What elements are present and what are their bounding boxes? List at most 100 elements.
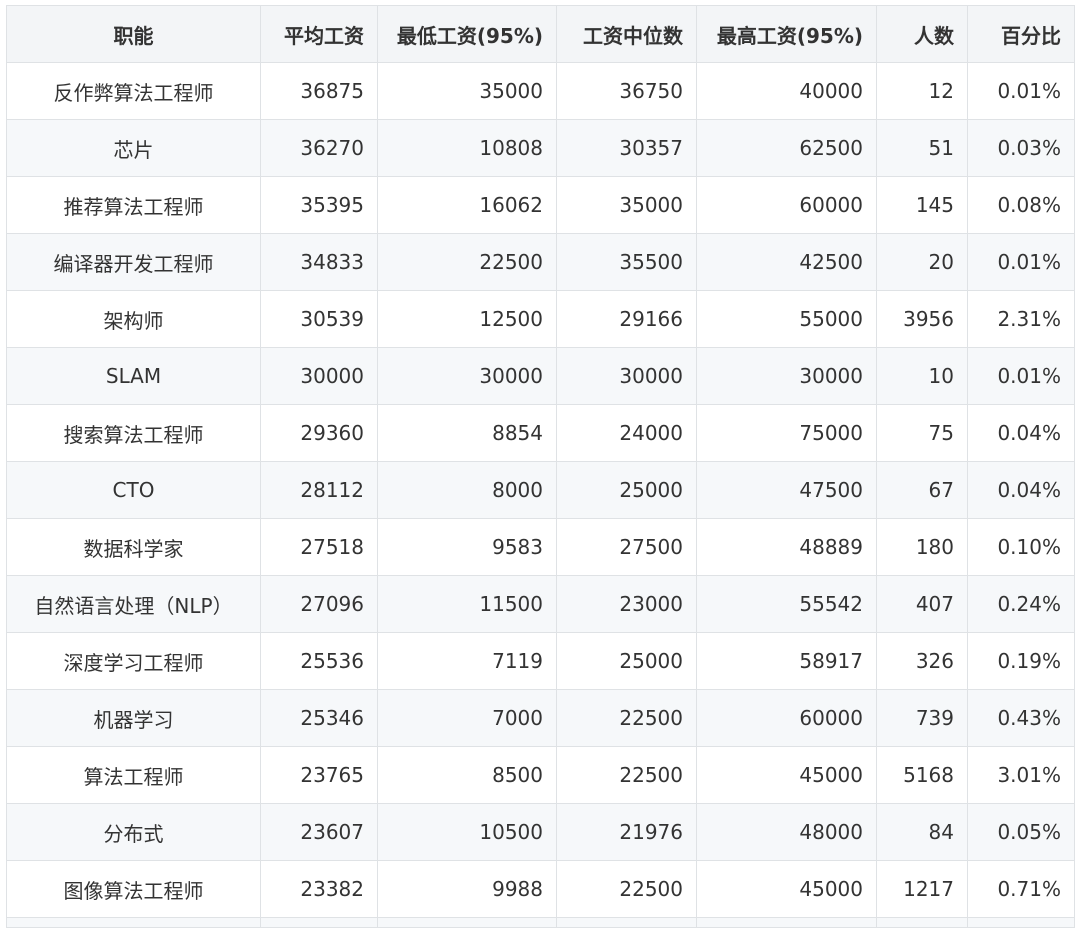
cell-empty: [260, 917, 378, 928]
cell-avg-salary: 36875: [260, 62, 378, 120]
cell-role: 机器学习: [6, 689, 261, 747]
header-median-salary: 工资中位数: [556, 5, 697, 63]
cell-avg-salary: 34833: [260, 233, 378, 291]
table-row: 图像算法工程师 23382 9988 22500 45000 1217 0.71%: [6, 860, 1075, 918]
cell-count: 3956: [876, 290, 968, 348]
cell-median-salary: 22500: [556, 746, 697, 804]
cell-role: 分布式: [6, 803, 261, 861]
cell-role: 推荐算法工程师: [6, 176, 261, 234]
cell-avg-salary: 25536: [260, 632, 378, 690]
cell-avg-salary: 36270: [260, 119, 378, 177]
table-body: 反作弊算法工程师 36875 35000 36750 40000 12 0.01% 芯片 362…: [6, 62, 1075, 928]
cell-max-salary: 48889: [696, 518, 877, 576]
table-row: 深度学习工程师 25536 7119 25000 58917 326 0.19%: [6, 632, 1075, 690]
cell-min-salary: 7119: [377, 632, 557, 690]
header-role: 职能: [6, 5, 261, 63]
cell-min-salary: 9988: [377, 860, 557, 918]
cell-max-salary: 55542: [696, 575, 877, 633]
cell-role: 图像算法工程师: [6, 860, 261, 918]
cell-role: 自然语言处理（NLP）: [6, 575, 261, 633]
header-count: 人数: [876, 5, 968, 63]
cell-min-salary: 11500: [377, 575, 557, 633]
cell-min-salary: 8500: [377, 746, 557, 804]
table-row: 分布式 23607 10500 21976 48000 84 0.05%: [6, 803, 1075, 861]
header-min-salary: 最低工资(95%): [377, 5, 557, 63]
cell-percent: 0.08%: [967, 176, 1075, 234]
cell-role: 数据科学家: [6, 518, 261, 576]
cell-avg-salary: 30000: [260, 347, 378, 405]
cell-median-salary: 23000: [556, 575, 697, 633]
cell-role: 搜索算法工程师: [6, 404, 261, 462]
cell-min-salary: 10808: [377, 119, 557, 177]
cell-median-salary: 22500: [556, 860, 697, 918]
cell-avg-salary: 23765: [260, 746, 378, 804]
cell-role: 架构师: [6, 290, 261, 348]
cell-max-salary: 58917: [696, 632, 877, 690]
table-row: 推荐算法工程师 35395 16062 35000 60000 145 0.08%: [6, 176, 1075, 234]
header-row: 职能 平均工资 最低工资(95%) 工资中位数 最高工资(95%) 人数 百分比: [6, 5, 1075, 63]
cell-min-salary: 22500: [377, 233, 557, 291]
cell-role: 深度学习工程师: [6, 632, 261, 690]
cell-avg-salary: 27096: [260, 575, 378, 633]
cell-percent: 0.04%: [967, 461, 1075, 519]
cell-max-salary: 42500: [696, 233, 877, 291]
cell-min-salary: 9583: [377, 518, 557, 576]
cell-percent: 0.71%: [967, 860, 1075, 918]
salary-table-container: 职能 平均工资 最低工资(95%) 工资中位数 最高工资(95%) 人数 百分比…: [6, 5, 1075, 928]
cell-empty: [696, 917, 877, 928]
cell-min-salary: 12500: [377, 290, 557, 348]
cell-count: 10: [876, 347, 968, 405]
cell-avg-salary: 23382: [260, 860, 378, 918]
cell-median-salary: 30000: [556, 347, 697, 405]
cell-min-salary: 16062: [377, 176, 557, 234]
cell-median-salary: 30357: [556, 119, 697, 177]
cell-count: 12: [876, 62, 968, 120]
cell-role: 编译器开发工程师: [6, 233, 261, 291]
cell-max-salary: 40000: [696, 62, 877, 120]
cell-median-salary: 22500: [556, 689, 697, 747]
cell-count: 5168: [876, 746, 968, 804]
cell-min-salary: 10500: [377, 803, 557, 861]
cell-max-salary: 48000: [696, 803, 877, 861]
cell-median-salary: 29166: [556, 290, 697, 348]
table-row-partial: [6, 917, 1075, 928]
cell-empty: [556, 917, 697, 928]
cell-min-salary: 35000: [377, 62, 557, 120]
cell-percent: 0.01%: [967, 347, 1075, 405]
table-row: 搜索算法工程师 29360 8854 24000 75000 75 0.04%: [6, 404, 1075, 462]
cell-percent: 0.01%: [967, 233, 1075, 291]
cell-count: 75: [876, 404, 968, 462]
cell-count: 67: [876, 461, 968, 519]
cell-count: 739: [876, 689, 968, 747]
cell-empty: [967, 917, 1075, 928]
cell-min-salary: 30000: [377, 347, 557, 405]
table-row: 数据科学家 27518 9583 27500 48889 180 0.10%: [6, 518, 1075, 576]
cell-percent: 0.43%: [967, 689, 1075, 747]
cell-avg-salary: 25346: [260, 689, 378, 747]
cell-min-salary: 7000: [377, 689, 557, 747]
cell-avg-salary: 28112: [260, 461, 378, 519]
table-row: 反作弊算法工程师 36875 35000 36750 40000 12 0.01%: [6, 62, 1075, 120]
salary-table: 职能 平均工资 最低工资(95%) 工资中位数 最高工资(95%) 人数 百分比…: [6, 5, 1075, 928]
cell-percent: 0.05%: [967, 803, 1075, 861]
table-row: 编译器开发工程师 34833 22500 35500 42500 20 0.01%: [6, 233, 1075, 291]
cell-count: 20: [876, 233, 968, 291]
cell-median-salary: 25000: [556, 632, 697, 690]
cell-count: 51: [876, 119, 968, 177]
cell-max-salary: 60000: [696, 689, 877, 747]
table-row: 架构师 30539 12500 29166 55000 3956 2.31%: [6, 290, 1075, 348]
header-avg-salary: 平均工资: [260, 5, 378, 63]
cell-avg-salary: 29360: [260, 404, 378, 462]
table-row: SLAM 30000 30000 30000 30000 10 0.01%: [6, 347, 1075, 405]
cell-empty: [876, 917, 968, 928]
cell-median-salary: 35500: [556, 233, 697, 291]
cell-min-salary: 8000: [377, 461, 557, 519]
cell-avg-salary: 35395: [260, 176, 378, 234]
cell-median-salary: 35000: [556, 176, 697, 234]
cell-median-salary: 21976: [556, 803, 697, 861]
cell-role: 芯片: [6, 119, 261, 177]
cell-max-salary: 45000: [696, 746, 877, 804]
table-header: 职能 平均工资 最低工资(95%) 工资中位数 最高工资(95%) 人数 百分比: [6, 5, 1075, 63]
cell-role: 算法工程师: [6, 746, 261, 804]
header-max-salary: 最高工资(95%): [696, 5, 877, 63]
